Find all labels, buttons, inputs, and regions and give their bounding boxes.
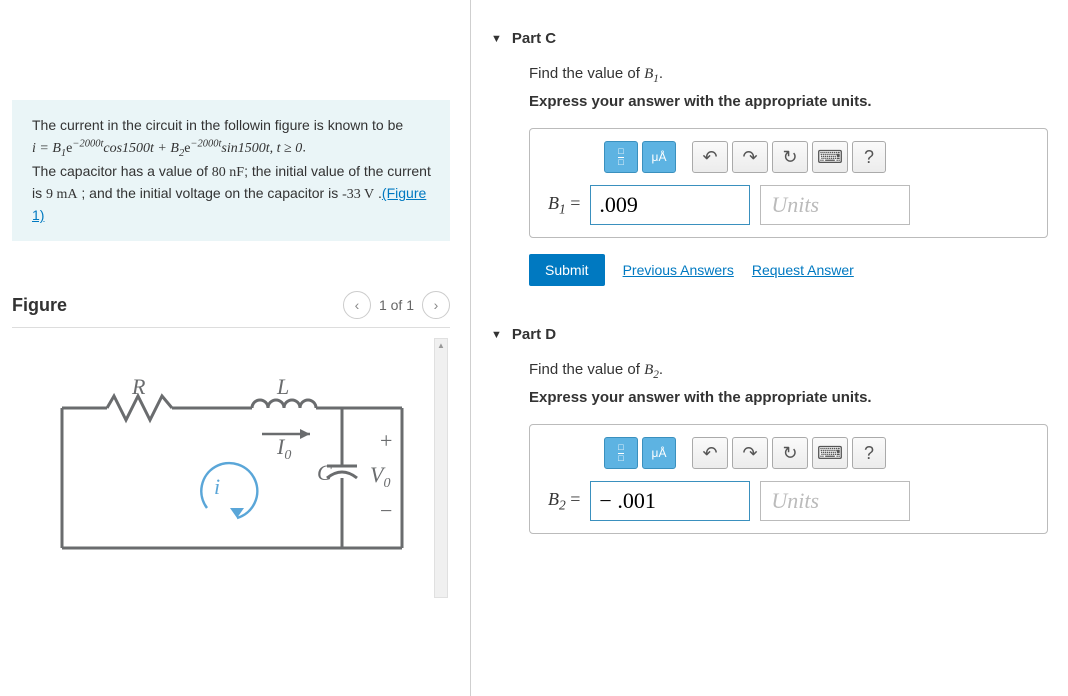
part-d-value-input[interactable] — [590, 481, 750, 521]
problem-intro: The current in the circuit in the follow… — [32, 117, 403, 133]
right-pane: ▼ Part C Find the value of B1. Express y… — [470, 0, 1068, 696]
left-pane: The current in the circuit in the follow… — [0, 0, 470, 696]
svg-text:L: L — [276, 378, 289, 399]
part-c-var-label: B1 = — [548, 193, 580, 218]
svg-text:i: i — [214, 474, 220, 499]
problem-statement: The current in the circuit in the follow… — [12, 100, 450, 241]
part-d-title: Part D — [512, 326, 556, 343]
reset-button[interactable]: ↻ — [772, 141, 808, 173]
reset-button[interactable]: ↻ — [772, 437, 808, 469]
collapse-icon: ▼ — [491, 33, 502, 45]
part-d-instruct: Express your answer with the appropriate… — [529, 389, 1048, 406]
part-d-var-label: B2 = — [548, 489, 580, 514]
part-d: ▼ Part D Find the value of B2. Express y… — [491, 326, 1048, 534]
equation: i = B1e−2000tcos1500t + B2e−2000tsin1500… — [32, 141, 302, 156]
template-icon[interactable]: □□ — [604, 437, 638, 469]
part-c-instruct: Express your answer with the appropriate… — [529, 93, 1048, 110]
undo-button[interactable]: ↶ — [692, 437, 728, 469]
part-c-toolbar: □□ μÅ ↶ ↷ ↻ ⌨ ? — [604, 141, 1033, 173]
units-tool-button[interactable]: μÅ — [642, 141, 676, 173]
svg-text:I0: I0 — [276, 434, 291, 463]
help-button[interactable]: ? — [852, 437, 886, 469]
template-icon[interactable]: □□ — [604, 141, 638, 173]
part-c-header[interactable]: ▼ Part C — [491, 30, 1048, 47]
circuit-diagram: R L I0 i C V0 + − — [42, 378, 442, 578]
part-d-toolbar: □□ μÅ ↶ ↷ ↻ ⌨ ? — [604, 437, 1033, 469]
keyboard-button[interactable]: ⌨ — [812, 437, 848, 469]
svg-text:+: + — [380, 428, 392, 453]
collapse-icon: ▼ — [491, 329, 502, 341]
request-answer-link[interactable]: Request Answer — [752, 262, 854, 278]
keyboard-button[interactable]: ⌨ — [812, 141, 848, 173]
figure-section: Figure ‹ 1 of 1 › ▲ — [12, 291, 450, 598]
part-d-header[interactable]: ▼ Part D — [491, 326, 1048, 343]
part-c: ▼ Part C Find the value of B1. Express y… — [491, 30, 1048, 286]
part-c-title: Part C — [512, 30, 556, 47]
part-c-actions: Submit Previous Answers Request Answer — [529, 254, 1048, 286]
svg-text:−: − — [380, 498, 392, 523]
figure-title: Figure — [12, 295, 67, 316]
undo-button[interactable]: ↶ — [692, 141, 728, 173]
help-button[interactable]: ? — [852, 141, 886, 173]
scroll-up-icon[interactable]: ▲ — [435, 339, 447, 353]
redo-button[interactable]: ↷ — [732, 437, 768, 469]
redo-button[interactable]: ↷ — [732, 141, 768, 173]
part-c-answer-panel: □□ μÅ ↶ ↷ ↻ ⌨ ? B1 = Units — [529, 128, 1048, 238]
part-d-units-input[interactable]: Units — [760, 481, 910, 521]
svg-text:R: R — [131, 378, 146, 399]
part-c-submit-button[interactable]: Submit — [529, 254, 605, 286]
svg-text:C: C — [317, 460, 332, 485]
part-c-units-input[interactable]: Units — [760, 185, 910, 225]
part-c-prompt: Find the value of B1. — [529, 65, 1048, 85]
figure-prev-button[interactable]: ‹ — [343, 291, 371, 319]
figure-next-button[interactable]: › — [422, 291, 450, 319]
svg-text:V0: V0 — [370, 462, 390, 491]
part-d-prompt: Find the value of B2. — [529, 361, 1048, 381]
figure-nav: ‹ 1 of 1 › — [343, 291, 450, 319]
units-tool-button[interactable]: μÅ — [642, 437, 676, 469]
figure-scrollbar[interactable]: ▲ — [434, 338, 448, 598]
figure-nav-text: 1 of 1 — [379, 297, 414, 313]
part-d-answer-panel: □□ μÅ ↶ ↷ ↻ ⌨ ? B2 = Units — [529, 424, 1048, 534]
previous-answers-link[interactable]: Previous Answers — [623, 262, 734, 278]
part-c-value-input[interactable] — [590, 185, 750, 225]
